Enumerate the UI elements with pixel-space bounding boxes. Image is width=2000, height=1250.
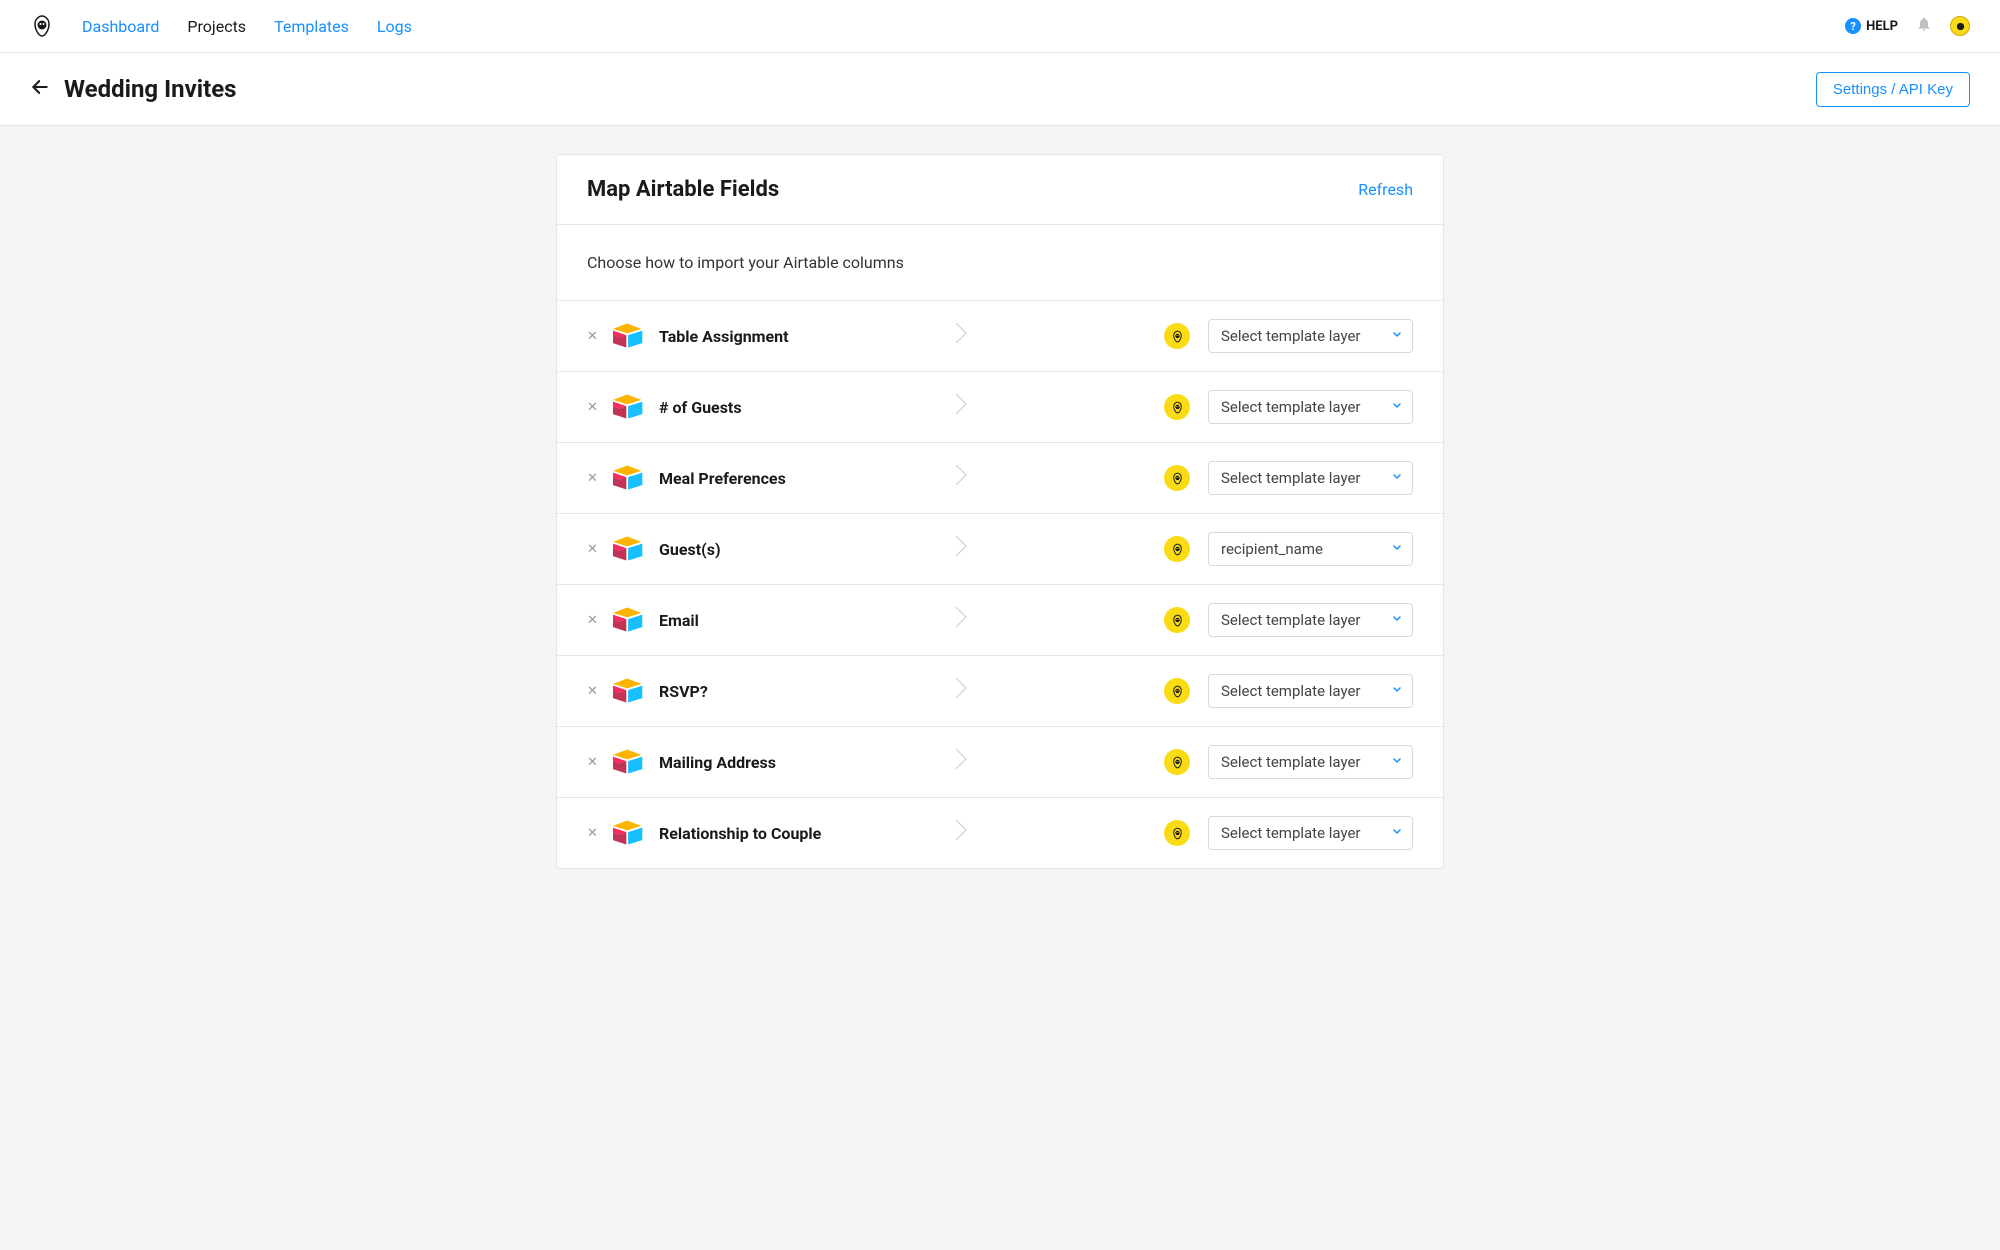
back-arrow-icon[interactable] [30,77,50,102]
source-field-name: Email [659,611,934,630]
template-layer-select[interactable]: Select template layer [1208,461,1413,495]
field-row: ✕ Table Assignment Select template layer [557,301,1443,372]
remove-field-icon[interactable]: ✕ [587,471,597,486]
arrow-right-icon [954,534,974,564]
page-title: Wedding Invites [64,75,237,103]
remove-field-icon[interactable]: ✕ [587,826,597,841]
page-header-left: Wedding Invites [30,75,237,103]
user-avatar[interactable] [1950,16,1970,36]
card-header: Map Airtable Fields Refresh [557,155,1443,225]
select-value: Select template layer [1221,753,1361,771]
select-value: Select template layer [1221,327,1361,345]
template-layer-select[interactable]: Select template layer [1208,319,1413,353]
target-app-icon [1164,536,1190,562]
airtable-icon [613,606,645,634]
target-app-icon [1164,678,1190,704]
arrow-right-icon [954,392,974,422]
airtable-icon [613,535,645,563]
map-fields-card: Map Airtable Fields Refresh Choose how t… [556,154,1444,869]
template-layer-select[interactable]: Select template layer [1208,816,1413,850]
template-layer-select[interactable]: recipient_name [1208,532,1413,566]
source-field-name: # of Guests [659,398,934,417]
nav-dashboard[interactable]: Dashboard [82,17,159,36]
source-field-name: Guest(s) [659,540,934,559]
remove-field-icon[interactable]: ✕ [587,329,597,344]
template-layer-select[interactable]: Select template layer [1208,745,1413,779]
field-row: ✕ Relationship to Couple Select template… [557,798,1443,868]
airtable-icon [613,677,645,705]
template-layer-select[interactable]: Select template layer [1208,390,1413,424]
source-field-name: Meal Preferences [659,469,934,488]
source-field-name: Mailing Address [659,753,934,772]
template-layer-select[interactable]: Select template layer [1208,603,1413,637]
target-app-icon [1164,394,1190,420]
remove-field-icon[interactable]: ✕ [587,542,597,557]
page-header: Wedding Invites Settings / API Key [0,53,2000,126]
nav-templates[interactable]: Templates [274,17,349,36]
arrow-right-icon [954,676,974,706]
help-label: HELP [1866,19,1898,34]
source-field-name: Table Assignment [659,327,934,346]
select-value: Select template layer [1221,398,1361,416]
field-row: ✕ Meal Preferences Select template layer [557,443,1443,514]
field-row: ✕ Guest(s) recipient_name [557,514,1443,585]
template-layer-select[interactable]: Select template layer [1208,674,1413,708]
remove-field-icon[interactable]: ✕ [587,613,597,628]
airtable-icon [613,748,645,776]
field-row: ✕ # of Guests Select template layer [557,372,1443,443]
help-button[interactable]: ? HELP [1845,18,1898,34]
remove-field-icon[interactable]: ✕ [587,684,597,699]
field-row: ✕ Email Select template layer [557,585,1443,656]
target-app-icon [1164,607,1190,633]
nav-projects[interactable]: Projects [187,17,246,36]
arrow-right-icon [954,605,974,635]
field-row: ✕ RSVP? Select template layer [557,656,1443,727]
airtable-icon [613,393,645,421]
arrow-right-icon [954,818,974,848]
card-description: Choose how to import your Airtable colum… [557,225,1443,301]
airtable-icon [613,819,645,847]
top-navigation: Dashboard Projects Templates Logs ? HELP [0,0,2000,53]
help-icon: ? [1845,18,1861,34]
field-row: ✕ Mailing Address Select template layer [557,727,1443,798]
target-app-icon [1164,465,1190,491]
select-value: Select template layer [1221,824,1361,842]
card-title: Map Airtable Fields [587,177,779,202]
target-app-icon [1164,820,1190,846]
airtable-icon [613,464,645,492]
source-field-name: Relationship to Couple [659,824,934,843]
target-app-icon [1164,749,1190,775]
field-row-list: ✕ Table Assignment Select template layer… [557,301,1443,868]
select-value: Select template layer [1221,682,1361,700]
remove-field-icon[interactable]: ✕ [587,755,597,770]
select-value: Select template layer [1221,469,1361,487]
select-value: recipient_name [1221,540,1323,558]
content-area: Map Airtable Fields Refresh Choose how t… [0,126,2000,897]
select-value: Select template layer [1221,611,1361,629]
airtable-icon [613,322,645,350]
nav-left-group: Dashboard Projects Templates Logs [30,14,412,38]
arrow-right-icon [954,463,974,493]
app-logo[interactable] [30,14,54,38]
source-field-name: RSVP? [659,682,934,701]
target-app-icon [1164,323,1190,349]
refresh-button[interactable]: Refresh [1358,180,1413,199]
notifications-icon[interactable] [1916,16,1932,36]
nav-right-group: ? HELP [1845,16,1970,36]
arrow-right-icon [954,321,974,351]
arrow-right-icon [954,747,974,777]
settings-api-key-button[interactable]: Settings / API Key [1816,72,1970,107]
nav-logs[interactable]: Logs [377,17,412,36]
remove-field-icon[interactable]: ✕ [587,400,597,415]
